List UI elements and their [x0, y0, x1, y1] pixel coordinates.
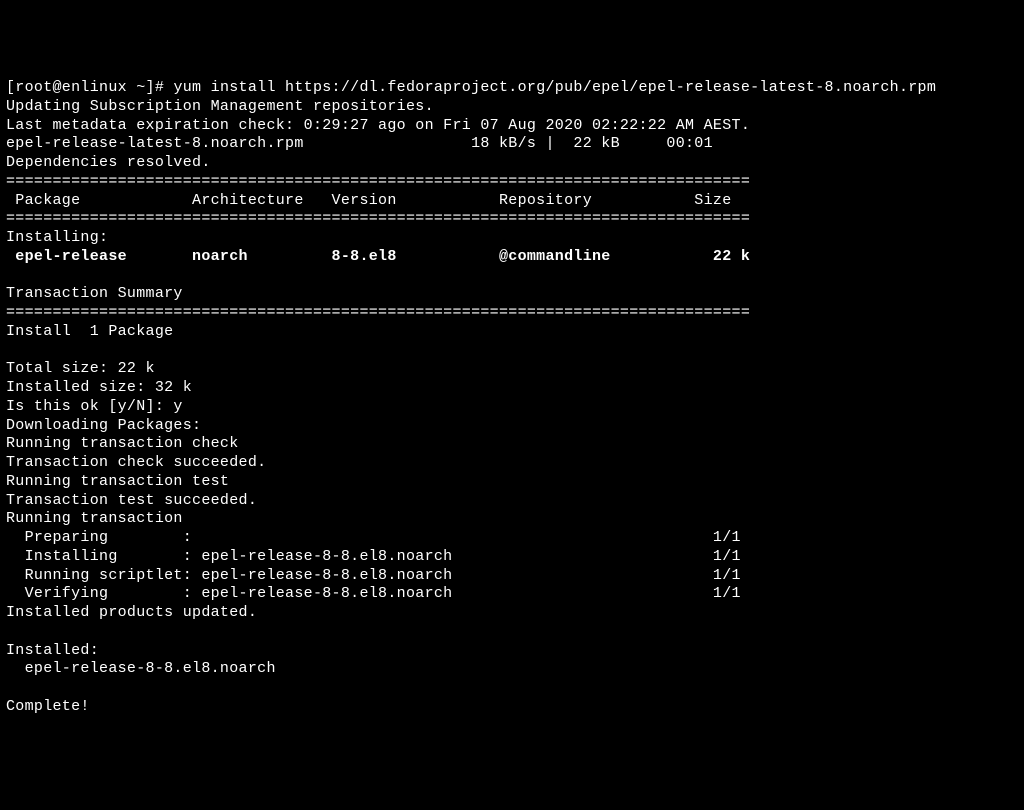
shell-prompt: [root@enlinux ~]# [6, 79, 173, 96]
output-line: Transaction test succeeded. [6, 492, 257, 509]
installed-label: Installed: [6, 642, 99, 659]
terminal-output: [root@enlinux ~]# yum install https://dl… [6, 79, 1018, 717]
installing-label: Installing: [6, 229, 108, 246]
divider-line: ========================================… [6, 210, 750, 227]
output-line: Running transaction check [6, 435, 239, 452]
output-line: Installed products updated. [6, 604, 257, 621]
output-line: Dependencies resolved. [6, 154, 211, 171]
txn-step-preparing: Preparing : 1/1 [6, 529, 741, 546]
divider-line: ========================================… [6, 304, 750, 321]
summary-label: Transaction Summary [6, 285, 183, 302]
total-size: Total size: 22 k [6, 360, 155, 377]
confirm-prompt: Is this ok [y/N]: y [6, 398, 183, 415]
output-line: Updating Subscription Management reposit… [6, 98, 434, 115]
output-line: Transaction check succeeded. [6, 454, 266, 471]
package-row: epel-release noarch 8-8.el8 @commandline… [6, 248, 750, 265]
downloading-label: Downloading Packages: [6, 417, 201, 434]
txn-step-scriptlet: Running scriptlet: epel-release-8-8.el8.… [6, 567, 741, 584]
installed-size: Installed size: 32 k [6, 379, 192, 396]
command-text: yum install https://dl.fedoraproject.org… [173, 79, 936, 96]
txn-step-verifying: Verifying : epel-release-8-8.el8.noarch … [6, 585, 741, 602]
divider-line: ========================================… [6, 173, 750, 190]
output-line: Last metadata expiration check: 0:29:27 … [6, 117, 750, 134]
output-line: Running transaction [6, 510, 183, 527]
output-line: Running transaction test [6, 473, 229, 490]
output-line: epel-release-latest-8.noarch.rpm 18 kB/s… [6, 135, 713, 152]
installed-package: epel-release-8-8.el8.noarch [6, 660, 276, 677]
table-header: Package Architecture Version Repository … [6, 192, 732, 209]
complete-label: Complete! [6, 698, 90, 715]
install-count: Install 1 Package [6, 323, 173, 340]
txn-step-installing: Installing : epel-release-8-8.el8.noarch… [6, 548, 741, 565]
